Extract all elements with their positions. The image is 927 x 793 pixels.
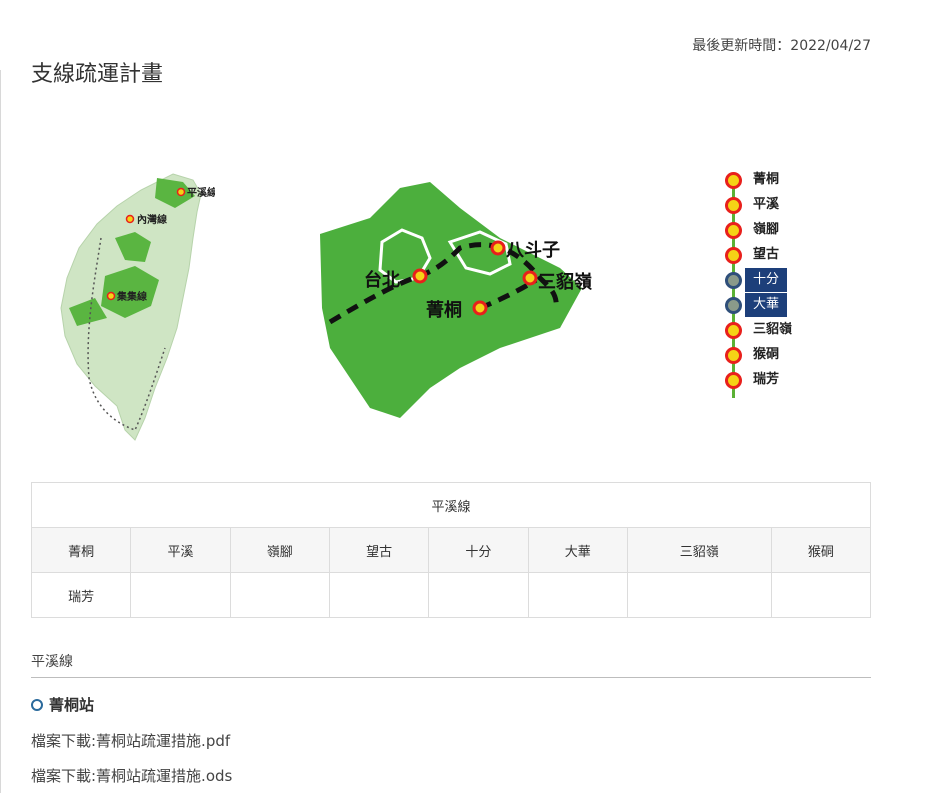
station-dot-icon <box>725 297 742 314</box>
station-label-highlight: 大華 <box>745 293 788 317</box>
station-label: 猴硐 <box>753 347 780 362</box>
station-row[interactable]: 嶺腳 <box>725 220 845 245</box>
route-map: 平溪線 內灣線 集集線 八斗子 台北 三貂嶺 菁桐 菁桐 平溪 嶺腳 望古 十分… <box>55 160 875 450</box>
station-row[interactable]: 十分 <box>725 268 845 295</box>
station-row[interactable]: 菁桐 <box>725 170 845 195</box>
station-label-highlight: 十分 <box>745 268 788 292</box>
table-cell-link[interactable]: 平溪 <box>130 527 231 573</box>
last-updated: 最後更新時間：2022/04/27 <box>692 38 871 54</box>
station-dot-icon <box>725 347 742 364</box>
circle-bullet-icon <box>31 698 43 711</box>
table-cell-link[interactable]: 嶺腳 <box>229 527 330 573</box>
taiwan-map: 平溪線 內灣線 集集線 <box>60 173 215 441</box>
station-dot-icon <box>725 172 742 189</box>
table-cell <box>428 572 529 618</box>
station-row[interactable]: 望古 <box>725 245 845 270</box>
table-caption: 平溪線 <box>31 482 871 528</box>
station-heading: 菁桐站 <box>31 694 94 715</box>
section-heading: 平溪線 <box>31 651 871 678</box>
station-row[interactable]: 猴硐 <box>725 345 845 370</box>
station-dot-icon <box>725 372 742 389</box>
table-cell <box>527 572 628 618</box>
table-cell-link[interactable]: 三貂嶺 <box>626 527 772 573</box>
taiwan-label-pingxi: 平溪線 <box>187 186 215 199</box>
download-item: 檔案下載:菁桐站疏運措施.ods <box>31 765 232 786</box>
table-cell-link[interactable]: 瑞芳 <box>30 572 132 618</box>
table-cell-link[interactable]: 望古 <box>328 527 430 573</box>
station-label: 平溪 <box>753 197 780 212</box>
station-dot-icon <box>725 222 742 239</box>
station-heading-text: 菁桐站 <box>49 696 95 714</box>
table-cell-link[interactable]: 菁桐 <box>30 527 132 573</box>
download-link-pdf[interactable]: 檔案下載:菁桐站疏運措施.pdf <box>31 732 230 750</box>
table-cell-link[interactable]: 十分 <box>428 527 529 573</box>
download-item: 檔案下載:菁桐站疏運措施.pdf <box>31 730 230 751</box>
station-table: 平溪線 菁桐 平溪 嶺腳 望古 十分 大華 三貂嶺 猴硐 瑞芳 <box>30 482 872 618</box>
region-map: 八斗子 台北 三貂嶺 菁桐 <box>320 182 592 418</box>
station-dot-icon <box>725 197 742 214</box>
station-row[interactable]: 平溪 <box>725 195 845 220</box>
table-cell <box>328 572 430 618</box>
region-label-badouzi: 八斗子 <box>506 240 560 261</box>
station-row[interactable]: 瑞芳 <box>725 370 845 395</box>
region-label-sandiaoling: 三貂嶺 <box>538 271 592 293</box>
region-label-taipei: 台北 <box>364 269 400 291</box>
station-label: 望古 <box>753 247 780 262</box>
taiwan-label-neiwan: 內灣線 <box>137 213 167 226</box>
page-title: 支線疏運計畫 <box>31 62 164 87</box>
table-cell-link[interactable]: 猴硐 <box>770 527 872 573</box>
taiwan-label-jiji: 集集線 <box>116 290 147 303</box>
table-cell <box>626 572 772 618</box>
station-label: 嶺腳 <box>753 222 780 237</box>
station-label: 三貂嶺 <box>753 322 793 337</box>
station-label: 瑞芳 <box>753 372 780 387</box>
table-cell <box>130 572 231 618</box>
station-row[interactable]: 三貂嶺 <box>725 320 845 345</box>
station-dot-icon <box>725 247 742 264</box>
table-cell <box>770 572 872 618</box>
station-dot-icon <box>725 272 742 289</box>
station-list: 菁桐 平溪 嶺腳 望古 十分 大華 三貂嶺 猴硐 瑞芳 <box>725 170 845 398</box>
station-label: 菁桐 <box>753 172 780 187</box>
left-border <box>0 70 1 793</box>
region-label-jingtong: 菁桐 <box>426 299 462 321</box>
download-link-ods[interactable]: 檔案下載:菁桐站疏運措施.ods <box>31 767 232 785</box>
station-dot-icon <box>725 322 742 339</box>
station-row[interactable]: 大華 <box>725 293 845 320</box>
table-cell <box>229 572 330 618</box>
table-cell-link[interactable]: 大華 <box>527 527 628 573</box>
